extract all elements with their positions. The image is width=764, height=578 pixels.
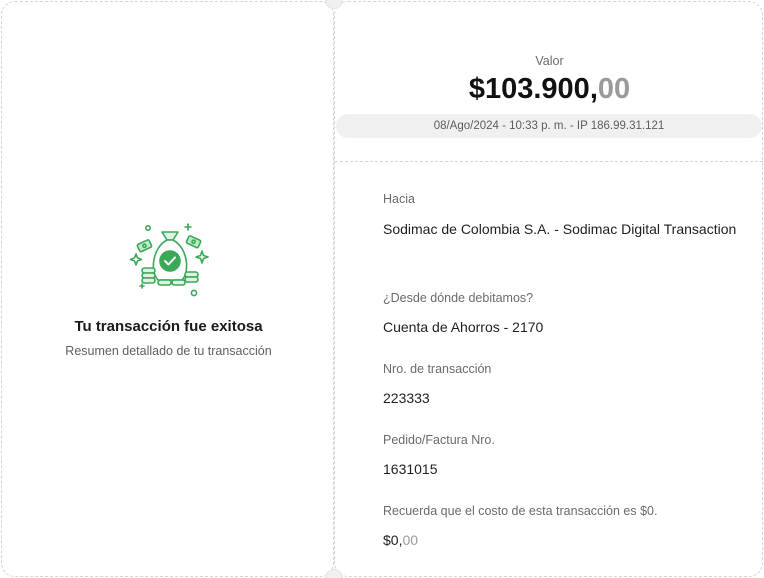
transaction-meta: 08/Ago/2024 - 10:33 p. m. - IP 186.99.31… (336, 114, 762, 138)
transaction-number-label: Nro. de transacción (383, 362, 492, 376)
success-subtitle: Resumen detallado de tu transacción (65, 344, 272, 358)
order-number-value: 1631015 (383, 461, 438, 477)
cost-main: $0, (383, 532, 403, 548)
transaction-receipt: Tu transacción fue exitosa Resumen detal… (0, 0, 764, 578)
amount-cents: 00 (597, 73, 631, 105)
from-value: Cuenta de Ahorros - 2170 (383, 319, 544, 335)
to-label: Hacia (383, 192, 415, 206)
dashed-divider (335, 161, 763, 162)
summary-panel: Tu transacción fue exitosa Resumen detal… (1, 1, 334, 577)
to-value: Sodimac de Colombia S.A. - Sodimac Digit… (383, 221, 737, 237)
transaction-number-value: 223333 (383, 390, 430, 406)
success-title: Tu transacción fue exitosa (74, 318, 263, 335)
amount-main: $103.900, (468, 73, 598, 105)
details-panel: Valor $103.900,00 08/Ago/2024 - 10:33 p.… (334, 1, 763, 577)
order-number-label: Pedido/Factura Nro. (383, 433, 495, 447)
transaction-cost-value: $0,00 (383, 532, 418, 548)
amount-label: Valor (535, 54, 564, 68)
cost-cents: 00 (402, 532, 419, 548)
transaction-cost-label: Recuerda que el costo de esta transacció… (383, 504, 658, 518)
amount-value: $103.900,00 (335, 73, 764, 106)
money-bag-check-icon (129, 223, 209, 297)
from-label: ¿Desde dónde debitamos? (383, 291, 534, 305)
